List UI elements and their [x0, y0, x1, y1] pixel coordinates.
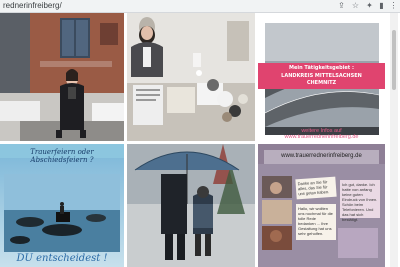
flyer-tile-collage[interactable]: www.trauerrednerinfreiberg.de Danke an S…	[258, 144, 385, 267]
sidebar-icon[interactable]: ▮	[376, 0, 387, 11]
star-icon[interactable]: ☆	[350, 0, 361, 11]
photo-tile-piano[interactable]: Trauerfeiern oder Abschiedsfeiern ? DU e…	[0, 144, 124, 267]
note-thanks: Danke an Sie für alles, das Sie für uns …	[295, 176, 337, 200]
extension-icon[interactable]: ✦	[364, 0, 375, 11]
area-line1: LANDKREIS MITTELSACHSEN	[281, 73, 362, 79]
image-grid: Mein Tätigkeitsgebiet : LANDKREIS MITTEL…	[0, 13, 400, 267]
photo-tile-building[interactable]	[0, 13, 124, 141]
url-text[interactable]: rednerinfreiberg/	[3, 1, 62, 10]
share-icon[interactable]: ⇪	[336, 0, 347, 11]
note-feedback: Ich gut, danke. Ich hatte von anfang kei…	[340, 180, 380, 222]
umbrella-photo	[127, 144, 255, 267]
photo-tile-desk[interactable]	[127, 13, 255, 141]
desk-photo	[127, 13, 255, 141]
menu-icon[interactable]: ⋮	[388, 0, 399, 11]
note-hello: Hallo, wir wollten uns nochmal für die t…	[296, 204, 336, 240]
area-heading: Mein Tätigkeitsgebiet :	[289, 65, 354, 71]
piano-caption: DU entscheidest !	[16, 253, 108, 264]
collage-website[interactable]: www.trauerrednerinfreiberg.de	[264, 153, 379, 159]
piano-title: Trauerfeiern oder Abschiedsfeiern ?	[30, 148, 94, 164]
flyer-tile-area[interactable]: Mein Tätigkeitsgebiet : LANDKREIS MITTEL…	[258, 13, 385, 141]
building-photo	[0, 13, 124, 141]
photo-tile-umbrella[interactable]	[127, 144, 255, 267]
website-link[interactable]: www.trauerrednerinfreiberg.de	[258, 134, 385, 140]
area-line2: CHEMNITZ	[306, 80, 337, 86]
scrollbar-thumb[interactable]	[392, 30, 396, 90]
